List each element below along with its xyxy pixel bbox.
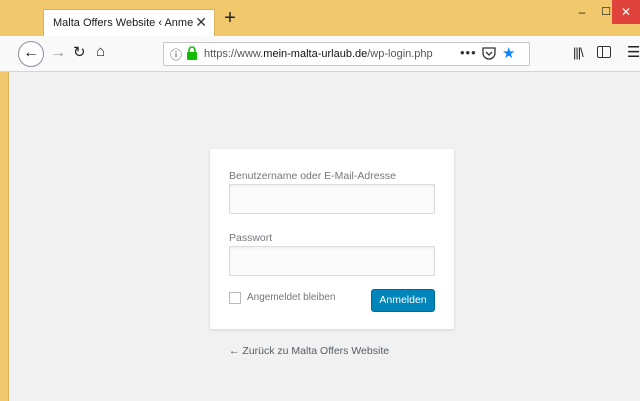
window-minimize-button[interactable]: – (570, 0, 594, 24)
window-close-button[interactable]: ✕ (612, 0, 640, 24)
password-input[interactable] (229, 246, 435, 276)
back-to-site-link[interactable]: ← Zurück zu Malta Offers Website (229, 345, 389, 357)
sidebar-icon[interactable] (597, 46, 611, 58)
new-tab-button[interactable]: + (220, 8, 240, 29)
navigation-bar: ← → ↻ ⌂ ⓘ https://www.mein-malta-urlaub.… (0, 36, 640, 72)
forward-icon[interactable]: → (50, 43, 66, 63)
menu-icon[interactable]: ☰ (627, 43, 640, 61)
url-bar[interactable]: ⓘ https://www.mein-malta-urlaub.de/wp-lo… (163, 42, 530, 66)
tab-title: Malta Offers Website ‹ Anmelden (53, 17, 193, 29)
home-icon[interactable]: ⌂ (96, 42, 105, 62)
login-button[interactable]: Anmelden (371, 289, 435, 312)
remember-checkbox[interactable] (229, 292, 241, 304)
title-bar: Malta Offers Website ‹ Anmelden ✕ + – ☐ … (0, 0, 640, 36)
window-edge (0, 72, 9, 401)
remember-label[interactable]: Angemeldet bleiben (247, 292, 335, 303)
login-form: Benutzername oder E-Mail-Adresse Passwor… (210, 149, 454, 329)
lock-icon[interactable] (186, 46, 198, 60)
reload-icon[interactable]: ↻ (73, 43, 86, 63)
back-icon[interactable]: ← (18, 41, 44, 67)
password-label: Passwort (229, 232, 273, 244)
username-label: Benutzername oder E-Mail-Adresse (229, 170, 396, 182)
page-actions-icon[interactable]: ••• (460, 45, 477, 60)
pocket-icon[interactable] (482, 47, 496, 60)
info-icon[interactable]: ⓘ (170, 46, 182, 63)
url-text[interactable]: https://www.mein-malta-urlaub.de/wp-logi… (204, 48, 446, 60)
browser-tab[interactable]: Malta Offers Website ‹ Anmelden ✕ (43, 9, 215, 36)
username-input[interactable] (229, 184, 435, 214)
library-icon[interactable]: |||\ (573, 45, 584, 60)
star-icon[interactable]: ★ (502, 44, 515, 62)
tab-close-icon[interactable]: ✕ (195, 14, 207, 30)
